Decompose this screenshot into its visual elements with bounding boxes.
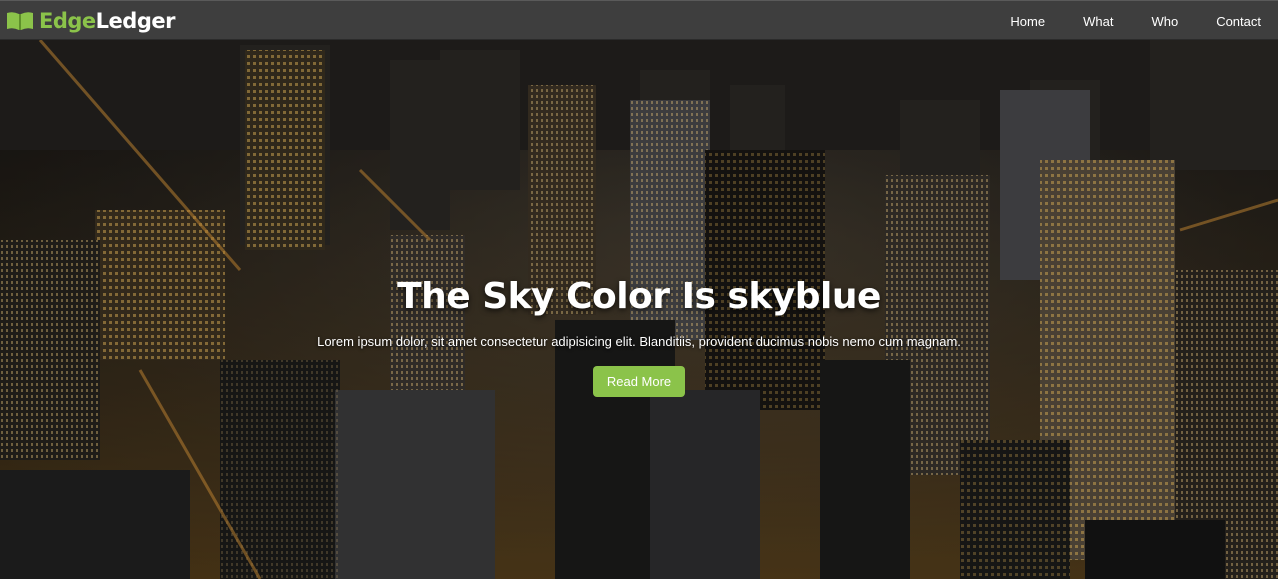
hero-content: The Sky Color Is skyblue Lorem ipsum dol… xyxy=(0,276,1278,397)
nav-home[interactable]: Home xyxy=(1010,14,1045,29)
book-icon xyxy=(7,12,33,30)
navbar: EdgeLedger Home What Who Contact xyxy=(0,0,1278,40)
brand-name: EdgeLedger xyxy=(39,9,175,33)
read-more-button[interactable]: Read More xyxy=(592,366,686,397)
hero-title: The Sky Color Is skyblue xyxy=(397,276,881,317)
hero-description: Lorem ipsum dolor, sit amet consectetur … xyxy=(317,334,961,349)
hero-section: The Sky Color Is skyblue Lorem ipsum dol… xyxy=(0,40,1278,579)
nav-contact[interactable]: Contact xyxy=(1216,14,1261,29)
nav-who[interactable]: Who xyxy=(1151,14,1178,29)
brand-name-part2: Ledger xyxy=(95,9,176,33)
brand-logo-link[interactable]: EdgeLedger xyxy=(5,7,175,35)
nav-links: Home What Who Contact xyxy=(1000,1,1278,41)
brand-name-part1: Edge xyxy=(39,9,96,33)
nav-what[interactable]: What xyxy=(1083,14,1113,29)
